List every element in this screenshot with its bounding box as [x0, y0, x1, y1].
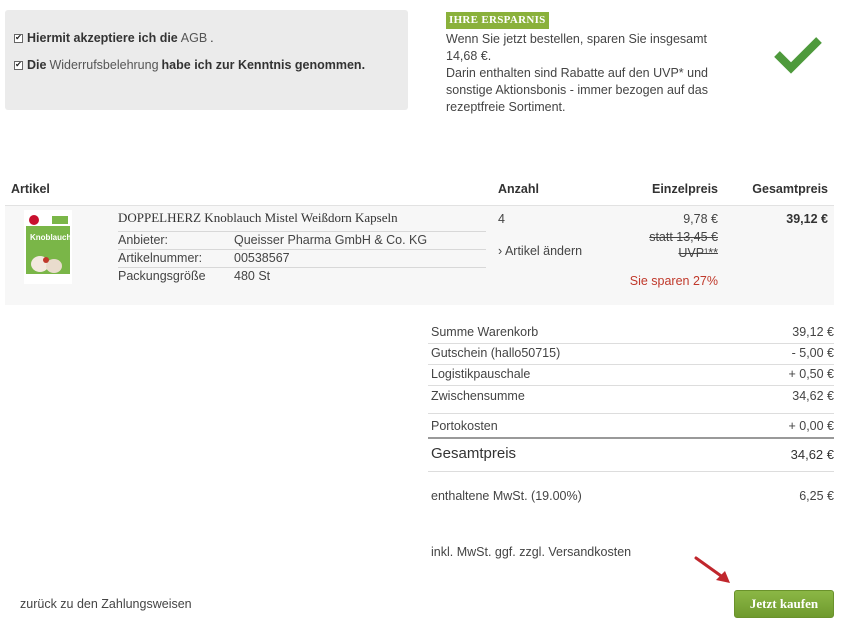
arrow-icon [694, 556, 730, 583]
summary-label: Logistikpauschale [431, 367, 531, 381]
savings-line1: Wenn Sie jetzt bestellen, sparen Sie ins… [446, 32, 708, 63]
header-unit-price: Einzelpreis [652, 182, 718, 196]
old-price: statt 13,45 € [649, 230, 718, 244]
attr-value: 480 St [234, 269, 271, 283]
summary-divider [428, 385, 834, 386]
widerruf-text-start: Die [27, 58, 47, 72]
summary-label: Summe Warenkorb [431, 325, 539, 339]
change-item-link[interactable]: › Artikel ändern [498, 244, 582, 258]
shipping-note: inkl. MwSt. ggf. zzgl. Versandkosten [431, 545, 632, 559]
product-image-label: Knoblauch [30, 233, 71, 242]
vat-label: enthaltene MwSt. (19.00%) [431, 489, 582, 503]
savings-percent: Sie sparen 27% [629, 274, 718, 288]
item-quantity: 4 [498, 212, 505, 226]
grand-total-label: Gesamtpreis [431, 445, 517, 462]
attr-key: Anbieter: [118, 233, 169, 247]
savings-line2: Darin enthalten sind Rabatte auf den UVP… [446, 66, 708, 114]
consent-widerruf[interactable]: ✔ Die Widerrufsbelehrung habe ich zur Ke… [14, 58, 365, 72]
attr-row: Artikelnummer: 00538567 [118, 249, 486, 267]
widerruf-checkbox[interactable]: ✔ [14, 60, 23, 70]
agb-link[interactable]: AGB [181, 31, 207, 45]
attr-value: Queisser Pharma GmbH & Co. KG [234, 233, 428, 247]
widerruf-link[interactable]: Widerrufsbelehrung [49, 58, 158, 72]
consent-agb[interactable]: ✔ Hiermit akzeptiere ich die AGB. [14, 31, 214, 45]
savings-text: Wenn Sie jetzt bestellen, sparen Sie ins… [446, 31, 736, 116]
unit-price: 9,78 € [683, 212, 718, 226]
summary-label: Gutschein (hallo50715) [431, 346, 561, 360]
grand-total-value: 34,62 € [790, 447, 834, 462]
vat-value: 6,25 € [799, 489, 834, 503]
summary-divider [428, 471, 834, 472]
header-article: Artikel [11, 182, 50, 196]
uvp-label: UVP¹** [678, 246, 718, 260]
agb-tail: . [210, 31, 214, 45]
agb-checkbox[interactable]: ✔ [14, 33, 23, 43]
product-name[interactable]: DOPPELHERZ Knoblauch Mistel Weißdorn Kap… [118, 210, 398, 226]
attr-key: Packungsgröße [118, 269, 206, 283]
attr-key: Artikelnummer: [118, 251, 203, 265]
header-total: Gesamtpreis [752, 182, 828, 196]
header-qty: Anzahl [498, 182, 539, 196]
summary-value: + 0,00 € [788, 419, 834, 433]
attr-value: 00538567 [234, 251, 290, 265]
summary-divider [428, 413, 834, 414]
summary-divider-strong [428, 437, 834, 439]
summary-divider [428, 343, 834, 344]
product-image: Knoblauch [24, 210, 72, 284]
summary-label: Zwischensumme [431, 389, 525, 403]
summary-value: + 0,50 € [788, 367, 834, 381]
attr-row: Anbieter: Queisser Pharma GmbH & Co. KG [118, 231, 486, 249]
widerruf-text-end: habe ich zur Kenntnis genommen. [161, 58, 366, 72]
summary-value: - 5,00 € [791, 346, 834, 360]
summary-value: 34,62 € [792, 389, 834, 403]
summary-label: Portokosten [431, 419, 498, 433]
savings-tag: IHRE ERSPARNIS [446, 12, 549, 29]
item-total: 39,12 € [786, 212, 828, 226]
checkmark-icon [774, 37, 822, 74]
back-to-payment-link[interactable]: zurück zu den Zahlungsweisen [20, 597, 192, 611]
agb-text: Hiermit akzeptiere ich die [27, 31, 178, 45]
summary-divider [428, 364, 834, 365]
summary-value: 39,12 € [792, 325, 834, 339]
attr-row: Packungsgröße 480 St [118, 267, 486, 285]
buy-now-button[interactable]: Jetzt kaufen [734, 590, 834, 618]
